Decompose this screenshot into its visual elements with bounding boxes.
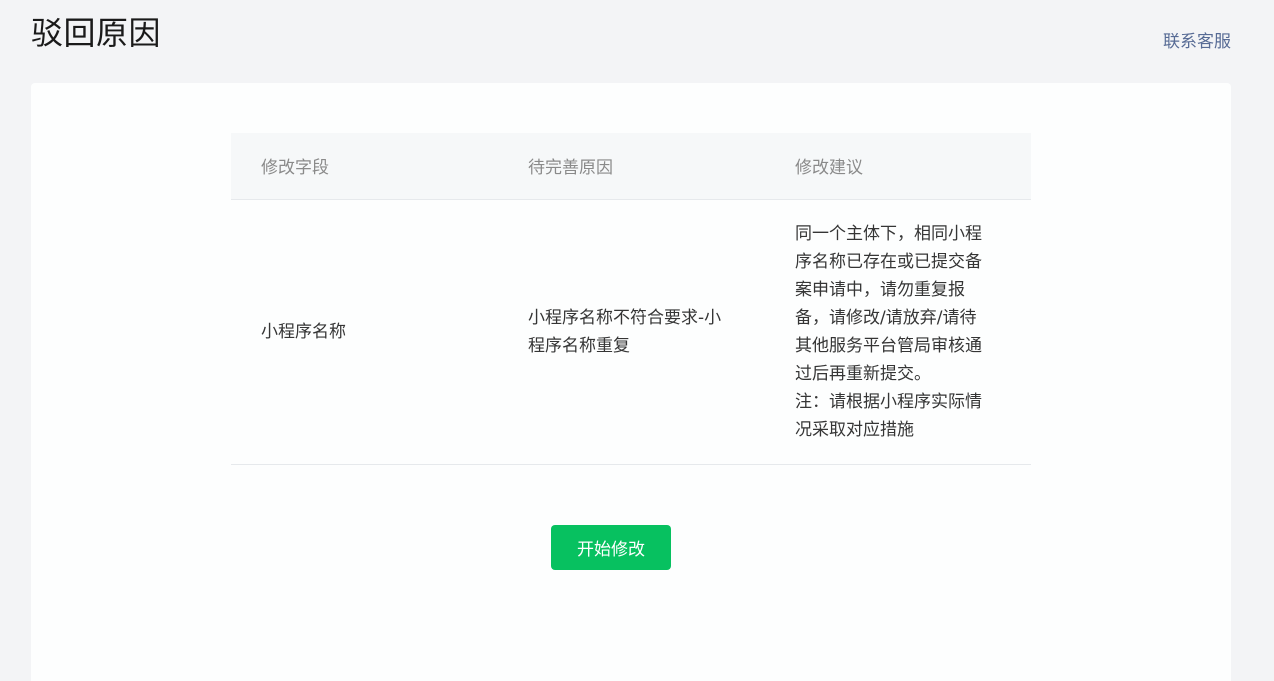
advice-line: 注：请根据小程序实际情 xyxy=(795,391,982,412)
contact-support-link[interactable]: 联系客服 xyxy=(1163,30,1231,54)
column-header-reason: 待完善原因 xyxy=(498,133,765,200)
advice-line: 其他服务平台管局审核通 xyxy=(795,335,982,356)
table-row: 小程序名称 小程序名称不符合要求-小 程序名称重复 同一个主体下，相同小程 序名… xyxy=(231,199,1031,465)
reason-line: 小程序名称不符合要求-小 xyxy=(528,307,722,328)
column-header-advice: 修改建议 xyxy=(765,133,1031,200)
reject-reason-card: 修改字段 待完善原因 修改建议 小程序名称 小程序名称不符合要求-小 程序名称重… xyxy=(31,83,1231,681)
advice-line: 序名称已存在或已提交备 xyxy=(795,251,982,272)
table-header-row: 修改字段 待完善原因 修改建议 xyxy=(231,133,1031,200)
reason-cell: 小程序名称不符合要求-小 程序名称重复 xyxy=(498,199,765,465)
advice-cell: 同一个主体下，相同小程 序名称已存在或已提交备 案申请中，请勿重复报 备，请修改… xyxy=(765,199,1031,465)
advice-line: 备，请修改/请放弃/请待 xyxy=(795,307,977,328)
advice-line: 案申请中，请勿重复报 xyxy=(795,279,965,300)
reject-reason-table: 修改字段 待完善原因 修改建议 小程序名称 小程序名称不符合要求-小 程序名称重… xyxy=(231,133,1031,465)
advice-line: 过后再重新提交。 xyxy=(795,363,931,384)
start-edit-button[interactable]: 开始修改 xyxy=(551,525,671,570)
column-header-field: 修改字段 xyxy=(231,133,498,200)
reason-line: 程序名称重复 xyxy=(528,335,630,356)
advice-line: 同一个主体下，相同小程 xyxy=(795,223,982,244)
advice-line: 况采取对应措施 xyxy=(795,419,914,440)
field-name-cell: 小程序名称 xyxy=(231,199,498,465)
page-title: 驳回原因 xyxy=(31,14,162,52)
